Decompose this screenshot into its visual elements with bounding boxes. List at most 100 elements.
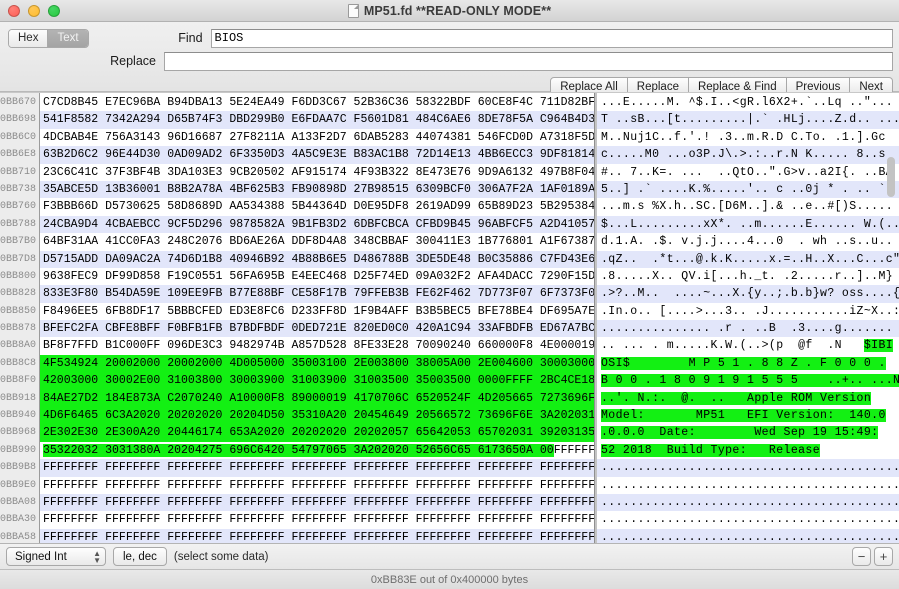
ascii-row[interactable]: .8.....X.. QV.i[...h._t. .2.....r..]..M} — [597, 268, 899, 285]
ascii-row[interactable]: T ..sB...[t.........|.` .HLj....Z.d.. ..… — [597, 111, 899, 129]
hex-row[interactable]: 35322032 3031380A 20204275 696C6420 5479… — [40, 442, 594, 459]
search-mode-segmented-control[interactable]: Hex Text — [8, 28, 89, 48]
zoom-out-button[interactable]: − — [852, 547, 871, 566]
offset-label: 0BB9E0 — [0, 479, 37, 491]
ascii-data-pane[interactable]: ...E.....M. ^$.I..<gR.l6X2+.`..Lq .."...… — [595, 93, 899, 543]
scrollbar-thumb[interactable] — [887, 157, 895, 197]
window-controls — [0, 4, 60, 17]
hex-row[interactable]: 42003000 30002E00 31003800 30003900 3100… — [40, 372, 594, 390]
document-icon — [347, 3, 359, 18]
ascii-row[interactable]: M..Nuj1C..f.'.! .3..m.R.D C.To. .1.].Gc — [597, 129, 899, 146]
ascii-row[interactable]: .qZ.. .*t...@.k.K.....x.=..H..X...C...c" — [597, 250, 899, 268]
find-input[interactable]: BIOS — [210, 28, 893, 48]
offset-label: 0BB788 — [0, 218, 37, 230]
selection-highlight: B 0 0 . 1 8 0 9 1 9 1 5 5 5 ..+.. ...N — [601, 374, 899, 388]
hex-row[interactable]: 24CBA9D4 4CBAEBCC 9CF5D296 9878582A 9B1F… — [40, 215, 594, 234]
ascii-row[interactable]: ........................................… — [597, 511, 899, 528]
ascii-row[interactable]: ...m.s %X.h..SC.[D6M..].& ..e..#[)S..... — [597, 198, 899, 215]
ascii-row[interactable]: ...E.....M. ^$.I..<gR.l6X2+.`..Lq .."... — [597, 94, 899, 111]
hex-row[interactable]: 4DCBAB4E 756A3143 96D16687 27F8211A A133… — [40, 129, 594, 146]
offset-label: 0BB990 — [0, 444, 37, 456]
selection-highlight: Model: MP51 EFI Version: 140.0 — [601, 409, 886, 423]
offset-label: 0BB940 — [0, 410, 37, 422]
hex-row[interactable]: BF8F7FFD B1C000FF 096DE3C3 9482974B A857… — [40, 337, 594, 354]
ascii-row[interactable]: Model: MP51 EFI Version: 140.0 — [597, 407, 899, 424]
selection-highlight: ..'. N.:. @. .. Apple ROM Version — [601, 391, 872, 405]
offset-label: 0BB850 — [0, 305, 37, 317]
hex-row[interactable]: FFFFFFFF FFFFFFFF FFFFFFFF FFFFFFFF FFFF… — [40, 459, 594, 477]
segment-hex[interactable]: Hex — [9, 29, 48, 47]
vertical-scrollbar[interactable] — [884, 95, 898, 541]
ascii-row[interactable]: ..'. N.:. @. .. Apple ROM Version — [597, 390, 899, 407]
replace-row: Replace — [6, 51, 893, 71]
hex-row[interactable]: FFFFFFFF FFFFFFFF FFFFFFFF FFFFFFFF FFFF… — [40, 528, 594, 543]
segment-text[interactable]: Text — [47, 29, 88, 47]
hex-row[interactable]: 2E302E30 2E300A20 20446174 653A2020 2020… — [40, 424, 594, 442]
endianness-format-button[interactable]: le, dec — [113, 547, 167, 566]
ascii-row[interactable]: .>?..M.. ....~...X.{y..;.b.b}w? oss....{ — [597, 285, 899, 303]
data-inspector-bar: Signed Int ▲ ▼ le, dec (select some data)… — [0, 543, 899, 569]
minimize-button[interactable] — [28, 4, 40, 17]
hex-row[interactable]: 84AE27D2 184E873A C2070240 A10000F8 8900… — [40, 389, 594, 408]
status-text: 0xBB83E out of 0x400000 bytes — [370, 573, 529, 586]
hex-row[interactable]: 35ABCE5D 13B36001 B8B2A78A 4BF625B3 FB90… — [40, 180, 594, 199]
ascii-row[interactable]: OSI$ M P 5 1 . 8 8 Z . F 0 0 0 . — [597, 355, 899, 372]
selection-highlight: OSI$ M P 5 1 . 8 8 Z . F 0 0 0 . — [601, 356, 886, 370]
replace-label: Replace — [110, 54, 156, 68]
hex-row[interactable]: 9638FEC9 DF99D858 F19C0551 56FA695B E4EE… — [40, 268, 594, 285]
offset-label: 0BB800 — [0, 270, 37, 282]
hex-row[interactable]: 64BF31AA 41CC0FA3 248C2076 BD6AE26A DDF8… — [40, 233, 594, 250]
ascii-row[interactable]: c.....M0 ...o3P.J\.>.:..r.N K..... 8..s — [597, 146, 899, 164]
offset-label: 0BB698 — [0, 114, 37, 126]
hex-row[interactable]: C7CD8B45 E7EC96BA B94DBA13 5E24EA49 F6DD… — [40, 94, 594, 111]
offset-label: 0BB6E8 — [0, 149, 37, 161]
ascii-row[interactable]: ........................................… — [597, 528, 899, 543]
data-type-popup[interactable]: Signed Int ▲ ▼ — [6, 547, 106, 566]
selection-highlight: 35322032 3031380A 20204275 696C6420 5479… — [43, 443, 554, 457]
ascii-row[interactable]: B 0 0 . 1 8 0 9 1 9 1 5 5 5 ..+.. ...N — [597, 372, 899, 389]
replace-input[interactable] — [164, 51, 893, 71]
hex-row[interactable]: 833E3F80 B54DA59E 109EE9FB B77E88BF CE58… — [40, 285, 594, 303]
close-button[interactable] — [8, 4, 20, 17]
hex-row[interactable]: D5715ADD DA09AC2A 74D6D1B8 40946B92 4B88… — [40, 250, 594, 268]
ascii-row[interactable]: .In.o.. [....>...3.. .J...........iZ~X..… — [597, 303, 899, 320]
ascii-row[interactable]: #.. 7..K=. ... ..QtO..".G>v..a2I{. ..BA — [597, 164, 899, 181]
ascii-row[interactable]: .. ... . m.....K.W.(..>(p @f .N $IBI — [597, 337, 899, 354]
offset-label: 0BB8A0 — [0, 340, 37, 352]
offset-label: 0BBA30 — [0, 514, 37, 526]
ascii-row[interactable]: ........................................… — [597, 493, 899, 512]
chevron-updown-icon: ▲ ▼ — [93, 548, 101, 565]
hex-row[interactable]: FFFFFFFF FFFFFFFF FFFFFFFF FFFFFFFF FFFF… — [40, 477, 594, 494]
hex-row[interactable]: 4D6F6465 6C3A2020 20202020 20204D50 3531… — [40, 407, 594, 425]
offset-label: 0BB710 — [0, 166, 37, 178]
zoom-in-button[interactable]: + — [874, 547, 893, 566]
ascii-row[interactable]: ........................................… — [597, 459, 899, 477]
hex-row[interactable]: 4F534924 20002000 20002000 4D005000 3500… — [40, 354, 594, 373]
ascii-row[interactable]: ........................................… — [597, 477, 899, 494]
window-title: MP51.fd **READ-ONLY MODE** — [363, 3, 552, 18]
offset-label: 0BB8F0 — [0, 375, 37, 387]
hex-row[interactable]: 63B2D6C2 96E44D30 0AD09AD2 6F3350D3 4A5C… — [40, 146, 594, 164]
hex-row[interactable]: 541F8582 7342A294 D65B74F3 DBD299B0 E6FD… — [40, 111, 594, 129]
hex-row[interactable]: FFFFFFFF FFFFFFFF FFFFFFFF FFFFFFFF FFFF… — [40, 493, 594, 512]
find-label: Find — [178, 31, 203, 45]
ascii-row[interactable]: d.1.A. .$. v.j.j....4...0 . wh ..s..u.. — [597, 233, 899, 250]
data-type-value: Signed Int — [15, 550, 67, 563]
ascii-row[interactable]: .0.0.0 Date: Wed Sep 19 15:49: — [597, 424, 899, 441]
offset-label: 0BB670 — [0, 97, 37, 108]
offset-label: 0BB6C0 — [0, 131, 37, 143]
ascii-row[interactable]: 52 2018 Build Type: Release — [597, 442, 899, 459]
ascii-row[interactable]: 5..] .` ....K.%.....'.. c ..0j * . .. `. — [597, 180, 899, 199]
hex-row[interactable]: FFFFFFFF FFFFFFFF FFFFFFFF FFFFFFFF FFFF… — [40, 511, 594, 528]
title-bar: MP51.fd **READ-ONLY MODE** — [0, 0, 899, 22]
maximize-button[interactable] — [48, 4, 60, 17]
hex-data-pane[interactable]: C7CD8B45 E7EC96BA B94DBA13 5E24EA49 F6DD… — [40, 93, 595, 543]
offset-label: 0BB968 — [0, 427, 37, 439]
hex-row[interactable]: 23C6C41C 37F3BF4B 3DA103E3 9CB20502 AF91… — [40, 164, 594, 181]
ascii-row[interactable]: ............... .r . ..B .3....g....... — [597, 320, 899, 338]
find-replace-bar: Hex Text Find BIOS Replace Replace All R… — [0, 22, 899, 97]
hex-row[interactable]: BFEFC2FA CBFE8BFF F0BFB1FB B7BDFBDF 0DED… — [40, 320, 594, 338]
ascii-row[interactable]: $...L.........xX*. ..m......E...... W.(.… — [597, 215, 899, 234]
hex-row[interactable]: F8496EE5 6FB8DF17 5BBBCFED ED3E8FC6 D233… — [40, 303, 594, 320]
hex-row[interactable]: F3BBB66D D5730625 58D8689D AA534388 5B44… — [40, 198, 594, 215]
